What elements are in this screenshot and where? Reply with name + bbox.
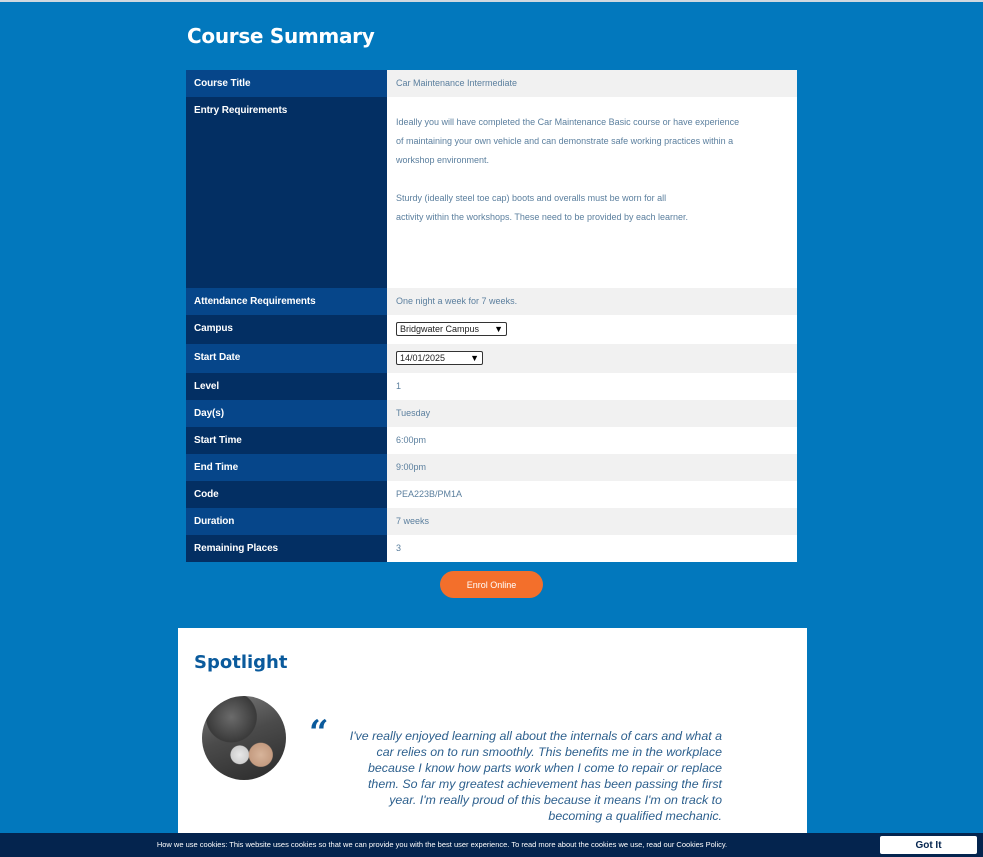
row-code: Code PEA223B/PM1A <box>186 481 797 508</box>
course-summary-table: Course Title Car Maintenance Intermediat… <box>186 70 797 562</box>
entry-requirements-paragraph: Sturdy (ideally steel toe cap) boots and… <box>396 193 689 222</box>
label-remaining-places: Remaining Places <box>186 535 387 562</box>
top-strip <box>0 0 983 2</box>
value-entry-requirements: Ideally you will have completed the Car … <box>387 97 797 288</box>
start-date-select-value: 14/01/2025 <box>400 353 446 363</box>
row-campus: Campus Bridgwater Campus ▼ <box>186 315 797 344</box>
row-attendance: Attendance Requirements One night a week… <box>186 288 797 315</box>
cookie-banner-text: How we use cookies: This website uses co… <box>156 840 728 849</box>
label-end-time: End Time <box>186 454 387 481</box>
row-remaining-places: Remaining Places 3 <box>186 535 797 562</box>
value-start-time: 6:00pm <box>387 427 797 454</box>
quote-mark-icon: “ <box>309 713 329 753</box>
value-attendance: One night a week for 7 weeks. <box>387 288 797 315</box>
row-start-date: Start Date 14/01/2025 ▼ <box>186 344 797 373</box>
row-days: Day(s) Tuesday <box>186 400 797 427</box>
spotlight-heading: Spotlight <box>194 652 288 673</box>
value-days: Tuesday <box>387 400 797 427</box>
value-end-time: 9:00pm <box>387 454 797 481</box>
campus-select-value: Bridgwater Campus <box>400 324 480 334</box>
label-level: Level <box>186 373 387 400</box>
label-code: Code <box>186 481 387 508</box>
value-remaining-places: 3 <box>387 535 797 562</box>
student-avatar <box>202 696 286 780</box>
campus-select[interactable]: Bridgwater Campus ▼ <box>396 322 507 336</box>
got-it-button[interactable]: Got It <box>880 836 977 854</box>
label-attendance: Attendance Requirements <box>186 288 387 315</box>
spotlight-panel: Spotlight “ I've really enjoyed learning… <box>178 628 807 838</box>
label-duration: Duration <box>186 508 387 535</box>
label-course-title: Course Title <box>186 70 387 97</box>
chevron-down-icon: ▼ <box>494 324 503 334</box>
start-date-select[interactable]: 14/01/2025 ▼ <box>396 351 483 365</box>
row-start-time: Start Time 6:00pm <box>186 427 797 454</box>
row-entry-requirements: Entry Requirements Ideally you will have… <box>186 97 797 288</box>
row-end-time: End Time 9:00pm <box>186 454 797 481</box>
row-course-title: Course Title Car Maintenance Intermediat… <box>186 70 797 97</box>
label-start-date: Start Date <box>186 344 387 373</box>
entry-requirements-paragraph: Ideally you will have completed the Car … <box>396 117 740 165</box>
course-summary-heading: Course Summary <box>187 24 375 48</box>
label-entry-requirements: Entry Requirements <box>186 97 387 288</box>
row-duration: Duration 7 weeks <box>186 508 797 535</box>
value-code: PEA223B/PM1A <box>387 481 797 508</box>
enrol-online-button[interactable]: Enrol Online <box>440 571 543 598</box>
label-start-time: Start Time <box>186 427 387 454</box>
value-start-date: 14/01/2025 ▼ <box>387 344 797 373</box>
testimonial-quote: I've really enjoyed learning all about t… <box>349 729 722 823</box>
row-level: Level 1 <box>186 373 797 400</box>
value-course-title: Car Maintenance Intermediate <box>387 70 797 97</box>
value-duration: 7 weeks <box>387 508 797 535</box>
value-campus: Bridgwater Campus ▼ <box>387 315 797 344</box>
cookie-banner: How we use cookies: This website uses co… <box>0 833 983 857</box>
chevron-down-icon: ▼ <box>470 353 479 363</box>
value-level: 1 <box>387 373 797 400</box>
label-campus: Campus <box>186 315 387 344</box>
label-days: Day(s) <box>186 400 387 427</box>
